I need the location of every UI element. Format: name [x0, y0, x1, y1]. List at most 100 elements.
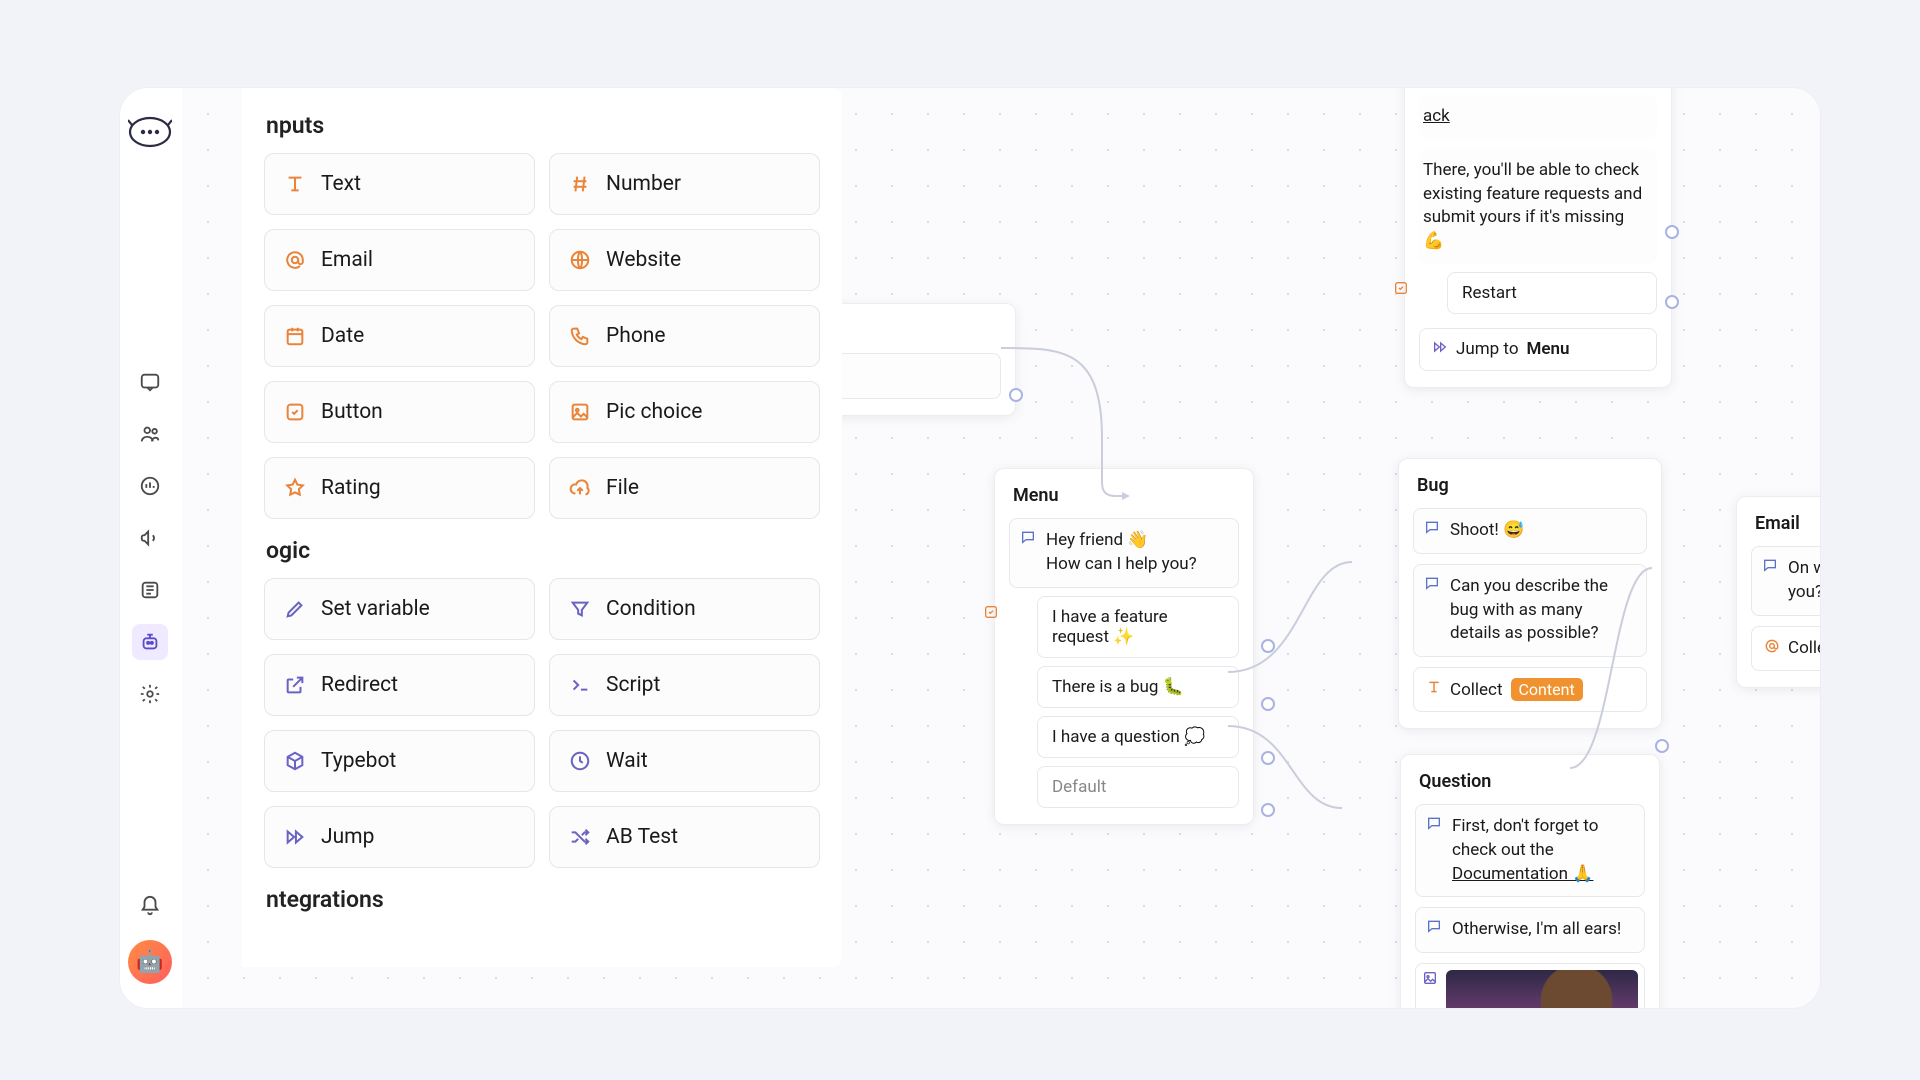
port-out[interactable]	[1261, 639, 1275, 653]
message-icon	[1426, 918, 1442, 942]
block-email[interactable]: Email	[264, 229, 535, 291]
block-typebot[interactable]: Typebot	[264, 730, 535, 792]
sidebar-item-chat[interactable]	[132, 364, 168, 400]
port-out[interactable]	[1009, 388, 1023, 402]
sidebar	[120, 88, 181, 1008]
calendar-icon	[281, 325, 309, 347]
avatar[interactable]	[128, 940, 172, 984]
block-number[interactable]: Number	[549, 153, 820, 215]
block-rating[interactable]: Rating	[264, 457, 535, 519]
block-condition[interactable]: Condition	[549, 578, 820, 640]
forward-icon	[1432, 339, 1448, 360]
blocks-palette: nputs Text Number Email Website Date Pho…	[242, 88, 842, 967]
port-out[interactable]	[1261, 697, 1275, 711]
at-icon	[1764, 638, 1780, 659]
block-website[interactable]: Website	[549, 229, 820, 291]
section-title-logic: ogic	[266, 537, 820, 564]
block-button[interactable]: Button	[264, 381, 535, 443]
flow-node-question[interactable]: Question First, don't forget to check ou…	[1400, 754, 1660, 1008]
block-wait[interactable]: Wait	[549, 730, 820, 792]
flow-node-bug[interactable]: Bug Shoot! 😅 Can you describe the bug wi…	[1398, 458, 1662, 729]
upload-icon	[566, 477, 594, 499]
sidebar-item-robot[interactable]	[132, 624, 168, 660]
block-ab-test[interactable]: AB Test	[549, 806, 820, 868]
image-icon	[566, 401, 594, 423]
feature-link[interactable]: ack	[1419, 95, 1657, 139]
clock-icon	[566, 750, 594, 772]
question-gif	[1415, 963, 1645, 1008]
question-line1: First, don't forget to check out the Doc…	[1415, 804, 1645, 897]
block-script[interactable]: Script	[549, 654, 820, 716]
button-icon	[281, 401, 309, 423]
section-title-integrations: ntegrations	[266, 886, 820, 913]
jump-row[interactable]: Jump to Menu	[1419, 328, 1657, 371]
section-title-inputs: nputs	[266, 112, 820, 139]
sidebar-item-bell[interactable]	[132, 888, 168, 924]
port-out[interactable]	[1665, 295, 1679, 309]
message-icon	[1020, 529, 1036, 553]
block-phone[interactable]: Phone	[549, 305, 820, 367]
node-title: Email	[1751, 511, 1820, 536]
menu-greeting: Hey friend 👋 How can I help you?	[1009, 518, 1239, 588]
bug-collect[interactable]: Collect Content	[1413, 667, 1647, 712]
menu-option[interactable]: I have a question 💭	[1037, 716, 1239, 758]
port-out[interactable]	[1665, 225, 1679, 239]
block-redirect[interactable]: Redirect	[264, 654, 535, 716]
cube-icon	[281, 750, 309, 772]
app-frame: nputs Text Number Email Website Date Pho…	[120, 88, 1820, 1008]
shuffle-icon	[566, 826, 594, 848]
sidebar-item-megaphone[interactable]	[132, 520, 168, 556]
email-collect[interactable]: Collect Email	[1751, 626, 1820, 671]
node-title: Question	[1415, 769, 1645, 794]
question-line2: Otherwise, I'm all ears!	[1415, 907, 1645, 953]
filter-icon	[566, 598, 594, 620]
terminal-icon	[566, 674, 594, 696]
flow-node-feature-tail[interactable]: ack There, you'll be able to check exist…	[1404, 88, 1672, 388]
star-icon	[281, 477, 309, 499]
block-text[interactable]: Text	[264, 153, 535, 215]
flow-node-menu[interactable]: Menu Hey friend 👋 How can I help you? I …	[994, 468, 1254, 825]
port-out[interactable]	[1655, 739, 1669, 753]
message-icon	[1424, 575, 1440, 599]
node-title: Menu	[1009, 483, 1239, 508]
forward-icon	[281, 826, 309, 848]
block-set-variable[interactable]: Set variable	[264, 578, 535, 640]
sidebar-item-gear[interactable]	[132, 676, 168, 712]
block-pic-choice[interactable]: Pic choice	[549, 381, 820, 443]
at-icon	[281, 249, 309, 271]
message-icon	[1424, 519, 1440, 543]
pencil-icon	[281, 598, 309, 620]
gif-placeholder	[1446, 970, 1638, 1008]
block-date[interactable]: Date	[264, 305, 535, 367]
sidebar-item-folder[interactable]	[132, 572, 168, 608]
flow-canvas[interactable]: nputs Text Number Email Website Date Pho…	[182, 88, 1820, 1008]
logic-grid: Set variable Condition Redirect Script T…	[264, 578, 820, 868]
phone-icon	[566, 325, 594, 347]
image-icon	[1422, 970, 1438, 1008]
globe-icon	[566, 249, 594, 271]
check-icon	[983, 604, 999, 624]
bug-line2: Can you describe the bug with as many de…	[1413, 564, 1647, 657]
hash-icon	[566, 173, 594, 195]
menu-option[interactable]: There is a bug 🐛	[1037, 666, 1239, 708]
port-out[interactable]	[1261, 803, 1275, 817]
message-icon	[1426, 815, 1442, 839]
external-icon	[281, 674, 309, 696]
flow-node-email[interactable]: Email On which ema you? Collect Email	[1736, 496, 1820, 688]
sidebar-item-group[interactable]	[132, 416, 168, 452]
message-icon	[1762, 557, 1778, 581]
bug-line1: Shoot! 😅	[1413, 508, 1647, 554]
email-line1: On which ema you?	[1751, 546, 1820, 616]
text-icon	[281, 173, 309, 195]
restart-button[interactable]: Restart	[1447, 272, 1657, 314]
text-icon	[1426, 679, 1442, 700]
menu-option-default[interactable]: Default	[1037, 766, 1239, 808]
logo	[128, 110, 172, 154]
port-out[interactable]	[1261, 751, 1275, 765]
inputs-grid: Text Number Email Website Date Phone But…	[264, 153, 820, 519]
menu-option[interactable]: I have a feature request ✨	[1037, 596, 1239, 658]
sidebar-item-chart[interactable]	[132, 468, 168, 504]
check-icon	[1393, 280, 1409, 300]
block-file[interactable]: File	[549, 457, 820, 519]
block-jump[interactable]: Jump	[264, 806, 535, 868]
